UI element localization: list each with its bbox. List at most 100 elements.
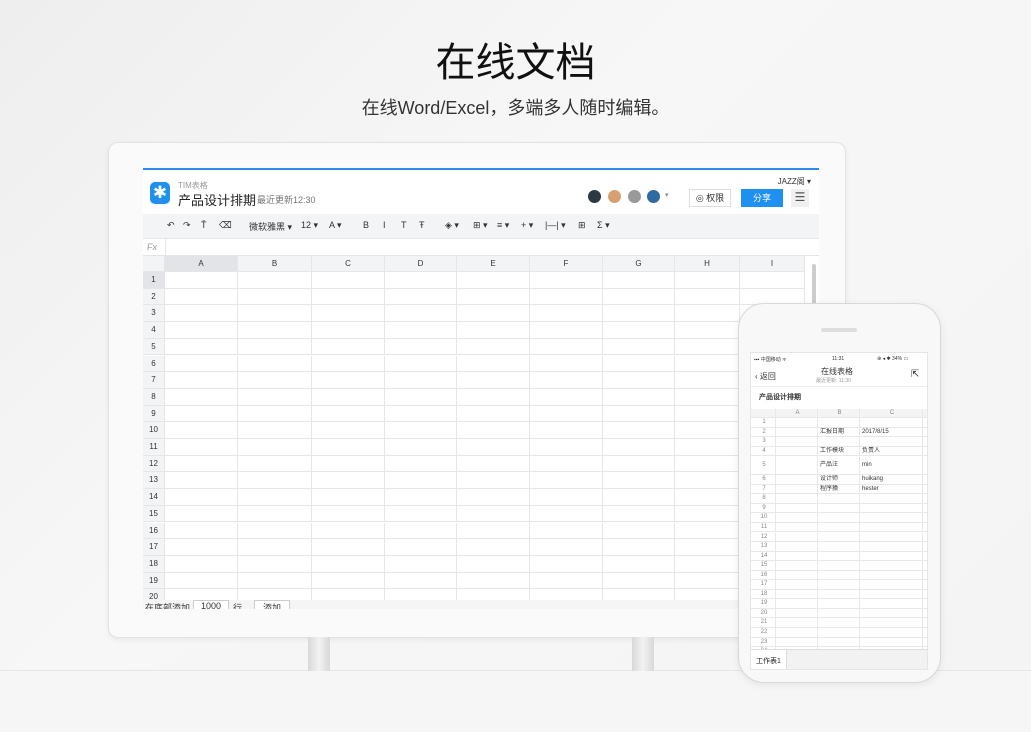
table-cell[interactable]: min bbox=[860, 456, 923, 476]
toolbar-button[interactable]: T bbox=[401, 220, 407, 230]
table-cell[interactable] bbox=[675, 555, 740, 573]
table-cell[interactable] bbox=[603, 489, 675, 506]
table-cell[interactable] bbox=[457, 572, 530, 590]
row-header[interactable]: 3 bbox=[751, 437, 776, 447]
table-cell[interactable] bbox=[818, 522, 860, 533]
table-cell[interactable] bbox=[238, 539, 312, 556]
row-count-input[interactable]: 1000 bbox=[193, 600, 229, 609]
row-header[interactable]: 12 bbox=[143, 455, 165, 473]
table-cell[interactable]: 产品汪 bbox=[818, 456, 860, 476]
table-cell[interactable] bbox=[530, 338, 603, 356]
table-cell[interactable] bbox=[923, 618, 927, 628]
share-icon[interactable]: ⇱ bbox=[911, 369, 919, 380]
table-cell[interactable] bbox=[457, 355, 530, 373]
table-cell[interactable] bbox=[860, 551, 923, 562]
table-cell[interactable] bbox=[312, 355, 385, 373]
table-cell[interactable] bbox=[530, 322, 603, 339]
row-header[interactable]: 21 bbox=[751, 618, 776, 628]
table-cell[interactable]: 2017/8/15 bbox=[860, 427, 923, 438]
table-cell[interactable] bbox=[165, 539, 238, 556]
table-cell[interactable] bbox=[530, 439, 603, 456]
row-header[interactable]: 15 bbox=[143, 505, 165, 523]
table-cell[interactable] bbox=[385, 405, 457, 423]
table-cell[interactable] bbox=[312, 338, 385, 356]
toolbar-button[interactable]: B bbox=[363, 220, 369, 230]
table-cell[interactable] bbox=[238, 272, 312, 289]
row-header[interactable]: 12 bbox=[751, 532, 776, 543]
table-cell[interactable] bbox=[457, 388, 530, 406]
table-cell[interactable] bbox=[603, 388, 675, 406]
table-cell[interactable] bbox=[385, 522, 457, 540]
row-header[interactable]: 1 bbox=[751, 418, 776, 428]
table-cell[interactable] bbox=[603, 338, 675, 356]
table-cell[interactable] bbox=[312, 288, 385, 306]
table-cell[interactable] bbox=[776, 618, 818, 628]
toolbar-button[interactable]: ⌫ bbox=[219, 220, 232, 231]
table-cell[interactable] bbox=[923, 437, 927, 447]
table-cell[interactable] bbox=[603, 405, 675, 423]
table-cell[interactable] bbox=[165, 555, 238, 573]
toolbar-button[interactable]: 微软雅黑 ▾ bbox=[249, 220, 292, 233]
table-cell[interactable] bbox=[860, 580, 923, 590]
table-cell[interactable] bbox=[818, 618, 860, 628]
table-cell[interactable] bbox=[776, 475, 818, 485]
table-cell[interactable] bbox=[165, 522, 238, 540]
table-cell[interactable] bbox=[603, 455, 675, 473]
table-cell[interactable] bbox=[457, 422, 530, 439]
table-cell[interactable] bbox=[385, 272, 457, 289]
table-cell[interactable] bbox=[530, 572, 603, 590]
table-cell[interactable] bbox=[530, 288, 603, 306]
table-cell[interactable] bbox=[776, 532, 818, 543]
table-cell[interactable] bbox=[818, 437, 860, 447]
row-header[interactable]: 8 bbox=[143, 388, 165, 406]
table-cell[interactable] bbox=[165, 505, 238, 523]
table-cell[interactable]: 汇报日期 bbox=[818, 427, 860, 438]
table-cell[interactable] bbox=[385, 355, 457, 373]
table-cell[interactable] bbox=[385, 489, 457, 506]
row-header[interactable]: 14 bbox=[143, 489, 165, 506]
table-cell[interactable] bbox=[675, 455, 740, 473]
table-cell[interactable] bbox=[603, 305, 675, 323]
column-header[interactable]: H bbox=[675, 256, 740, 272]
table-cell[interactable] bbox=[776, 427, 818, 438]
avatar[interactable] bbox=[588, 190, 601, 203]
table-cell[interactable] bbox=[385, 572, 457, 590]
row-header[interactable]: 4 bbox=[751, 446, 776, 457]
table-cell[interactable]: 负责人 bbox=[860, 446, 923, 457]
table-cell[interactable] bbox=[238, 355, 312, 373]
row-header[interactable]: 7 bbox=[143, 372, 165, 389]
table-cell[interactable] bbox=[238, 338, 312, 356]
table-cell[interactable] bbox=[165, 388, 238, 406]
table-cell[interactable] bbox=[923, 523, 927, 533]
table-cell[interactable] bbox=[238, 439, 312, 456]
table-cell[interactable] bbox=[312, 439, 385, 456]
row-header[interactable]: 5 bbox=[751, 456, 776, 476]
table-cell[interactable] bbox=[675, 572, 740, 590]
table-cell[interactable] bbox=[923, 504, 927, 514]
table-cell[interactable] bbox=[818, 628, 860, 638]
row-header[interactable]: 15 bbox=[751, 561, 776, 571]
menu-icon[interactable]: ☰ bbox=[791, 189, 809, 207]
table-cell[interactable] bbox=[165, 288, 238, 306]
table-cell[interactable] bbox=[385, 305, 457, 323]
column-header[interactable]: E bbox=[457, 256, 530, 272]
table-cell[interactable] bbox=[923, 533, 927, 543]
table-cell[interactable] bbox=[818, 580, 860, 590]
row-header[interactable]: 17 bbox=[751, 580, 776, 590]
table-cell[interactable] bbox=[165, 338, 238, 356]
table-cell[interactable] bbox=[860, 608, 923, 619]
row-header[interactable]: 14 bbox=[751, 551, 776, 562]
table-cell[interactable] bbox=[312, 388, 385, 406]
table-cell[interactable] bbox=[385, 372, 457, 389]
table-cell[interactable] bbox=[818, 551, 860, 562]
table-cell[interactable] bbox=[675, 272, 740, 289]
toolbar-button[interactable]: ◈ ▾ bbox=[445, 220, 459, 231]
back-button[interactable]: ‹ 返回 bbox=[755, 371, 776, 382]
row-header[interactable]: 5 bbox=[143, 338, 165, 356]
table-cell[interactable] bbox=[776, 637, 818, 648]
table-cell[interactable] bbox=[603, 322, 675, 339]
table-cell[interactable] bbox=[923, 638, 927, 648]
table-cell[interactable] bbox=[165, 405, 238, 423]
table-cell[interactable] bbox=[457, 372, 530, 389]
toolbar-button[interactable]: ⊞ ▾ bbox=[473, 220, 488, 231]
